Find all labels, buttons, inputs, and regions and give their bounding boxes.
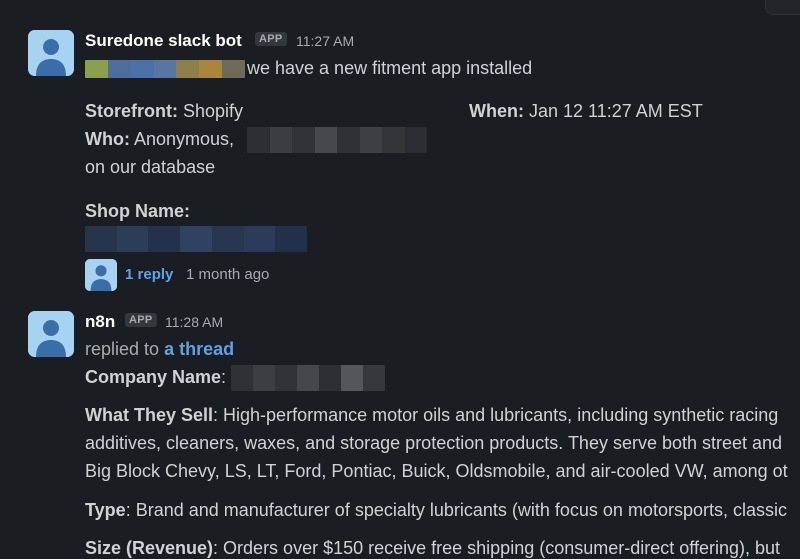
storefront-label: Storefront: <box>85 101 178 121</box>
replied-to-line: replied to a thread <box>85 339 234 360</box>
size-value: : Orders over $150 receive free shipping… <box>213 538 780 558</box>
when-label: When: <box>469 101 524 121</box>
redacted-shop-name <box>85 226 307 252</box>
who-label: Who: <box>85 129 130 149</box>
redacted-mention <box>85 60 245 78</box>
who-line2: on our database <box>85 157 216 177</box>
person-avatar-icon <box>85 259 117 291</box>
who-value: Anonymous, <box>129 129 235 149</box>
redacted-company-name <box>231 365 385 391</box>
what-line3: Big Block Chevy, LS, LT, Ford, Pontiac, … <box>85 461 788 481</box>
toolbar-corner <box>765 0 800 15</box>
redacted-who <box>247 127 427 153</box>
storefront-field: Storefront: Shopify <box>85 101 243 122</box>
what-they-sell-line1: What They Sell: High-performance motor o… <box>85 405 778 426</box>
company-sep: : <box>221 367 227 387</box>
company-name-field: Company Name: <box>85 367 226 388</box>
person-avatar-icon <box>28 30 74 76</box>
thread-link[interactable]: a thread <box>164 339 234 359</box>
reply-count-link[interactable]: 1 reply <box>125 266 173 283</box>
app-badge: APP <box>255 32 287 46</box>
app-badge: APP <box>125 313 157 327</box>
reply-time: 1 month ago <box>186 266 270 283</box>
timestamp[interactable]: 11:27 AM <box>296 33 354 49</box>
avatar[interactable] <box>28 30 74 76</box>
type-value: : Brand and manufacturer of specialty lu… <box>125 500 787 520</box>
size-label: Size (Revenue) <box>85 538 214 558</box>
intro-text: we have a new fitment app installed <box>247 58 533 78</box>
what-line1: : High-performance motor oils and lubric… <box>213 405 779 425</box>
reply-avatar[interactable] <box>85 259 117 291</box>
timestamp[interactable]: 11:28 AM <box>165 314 223 330</box>
person-avatar-icon <box>28 311 74 357</box>
when-field: When: Jan 12 11:27 AM EST <box>469 101 703 122</box>
company-label: Company Name <box>85 367 222 387</box>
what-label: What They Sell <box>85 405 214 425</box>
avatar[interactable] <box>28 311 74 357</box>
what-line2: additives, cleaners, waxes, and storage … <box>85 433 783 453</box>
who-field: Who: Anonymous, <box>85 129 234 150</box>
when-value: Jan 12 11:27 AM EST <box>523 101 703 121</box>
shop-name-label: Shop Name: <box>85 201 191 221</box>
type-label: Type <box>85 500 126 520</box>
size-field: Size (Revenue): Orders over $150 receive… <box>85 538 780 559</box>
sender-name[interactable]: n8n <box>85 312 115 332</box>
sender-name[interactable]: Suredone slack bot <box>85 31 242 51</box>
reply-count[interactable]: 1 reply <box>125 266 173 283</box>
replied-prefix: replied to <box>85 339 165 359</box>
type-field: Type: Brand and manufacturer of specialt… <box>85 500 787 521</box>
storefront-value: Shopify <box>178 101 244 121</box>
